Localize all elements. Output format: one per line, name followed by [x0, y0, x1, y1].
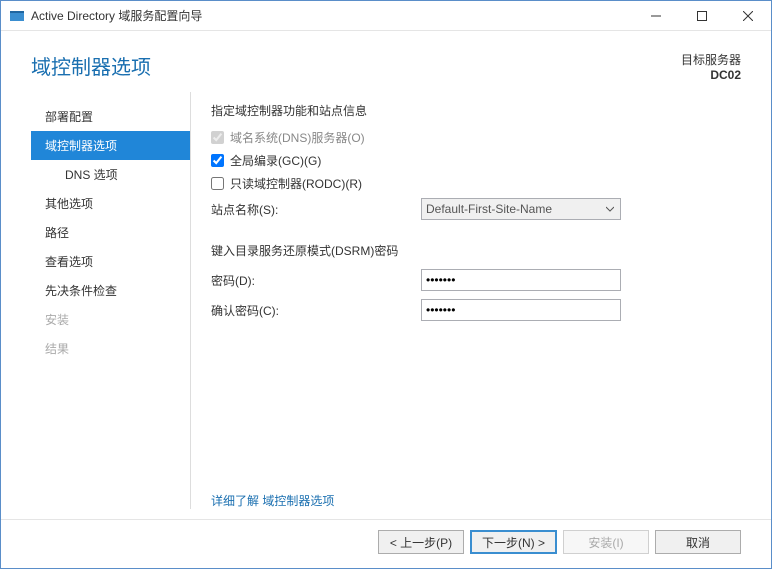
titlebar: Active Directory 域服务配置向导 — [1, 1, 771, 31]
confirm-password-input[interactable] — [421, 299, 621, 321]
password-input[interactable] — [421, 269, 621, 291]
nav-results: 结果 — [31, 334, 190, 363]
confirm-password-row: 确认密码(C): — [211, 299, 741, 321]
site-name-select[interactable]: Default-First-Site-Name — [421, 198, 621, 220]
nav-prereq[interactable]: 先决条件检查 — [31, 276, 190, 305]
site-name-label: 站点名称(S): — [211, 201, 421, 218]
rodc-checkbox-label: 只读域控制器(RODC)(R) — [230, 175, 362, 192]
gc-checkbox-label: 全局编录(GC)(G) — [230, 152, 321, 169]
more-info: 详细了解 域控制器选项 — [211, 492, 741, 509]
main-panel: 指定域控制器功能和站点信息 域名系统(DNS)服务器(O) 全局编录(GC)(G… — [191, 92, 741, 509]
app-icon — [9, 8, 25, 24]
close-button[interactable] — [725, 1, 771, 31]
nav-sidebar: 部署配置 域控制器选项 DNS 选项 其他选项 路径 查看选项 先决条件检查 安… — [31, 92, 191, 509]
prev-button[interactable]: < 上一步(P) — [378, 530, 464, 554]
nav-dc-options[interactable]: 域控制器选项 — [31, 131, 190, 160]
cancel-button[interactable]: 取消 — [655, 530, 741, 554]
nav-dns-options[interactable]: DNS 选项 — [31, 160, 190, 189]
section-caps-label: 指定域控制器功能和站点信息 — [211, 102, 741, 119]
body: 部署配置 域控制器选项 DNS 选项 其他选项 路径 查看选项 先决条件检查 安… — [1, 92, 771, 519]
nav-paths[interactable]: 路径 — [31, 218, 190, 247]
rodc-checkbox[interactable] — [211, 177, 224, 190]
dns-checkbox-row: 域名系统(DNS)服务器(O) — [211, 129, 741, 146]
password-row: 密码(D): — [211, 269, 741, 291]
gc-checkbox[interactable] — [211, 154, 224, 167]
nav-other-options[interactable]: 其他选项 — [31, 189, 190, 218]
target-server-box: 目标服务器 DC02 — [681, 51, 741, 82]
next-button[interactable]: 下一步(N) > — [470, 530, 557, 554]
target-server-label: 目标服务器 — [681, 51, 741, 68]
window-title: Active Directory 域服务配置向导 — [31, 7, 633, 24]
more-info-link[interactable]: 域控制器选项 — [262, 494, 334, 508]
dns-checkbox — [211, 131, 224, 144]
content-area: 域控制器选项 目标服务器 DC02 部署配置 域控制器选项 DNS 选项 其他选… — [1, 31, 771, 568]
more-info-prefix: 详细了解 — [211, 494, 262, 508]
dns-checkbox-label: 域名系统(DNS)服务器(O) — [230, 129, 365, 146]
password-label: 密码(D): — [211, 272, 421, 289]
section-dsrm-label: 键入目录服务还原模式(DSRM)密码 — [211, 242, 741, 259]
maximize-button[interactable] — [679, 1, 725, 31]
rodc-checkbox-row: 只读域控制器(RODC)(R) — [211, 175, 741, 192]
gc-checkbox-row: 全局编录(GC)(G) — [211, 152, 741, 169]
site-name-row: 站点名称(S): Default-First-Site-Name — [211, 198, 741, 220]
target-server-value: DC02 — [681, 68, 741, 82]
install-button: 安装(I) — [563, 530, 649, 554]
confirm-password-label: 确认密码(C): — [211, 302, 421, 319]
nav-review[interactable]: 查看选项 — [31, 247, 190, 276]
header: 域控制器选项 目标服务器 DC02 — [1, 31, 771, 92]
minimize-button[interactable] — [633, 1, 679, 31]
window-controls — [633, 1, 771, 31]
footer-buttons: < 上一步(P) 下一步(N) > 安装(I) 取消 — [1, 519, 771, 568]
page-title: 域控制器选项 — [31, 51, 151, 80]
nav-install: 安装 — [31, 305, 190, 334]
nav-deploy-config[interactable]: 部署配置 — [31, 102, 190, 131]
wizard-window: Active Directory 域服务配置向导 域控制器选项 目标服务器 DC… — [0, 0, 772, 569]
